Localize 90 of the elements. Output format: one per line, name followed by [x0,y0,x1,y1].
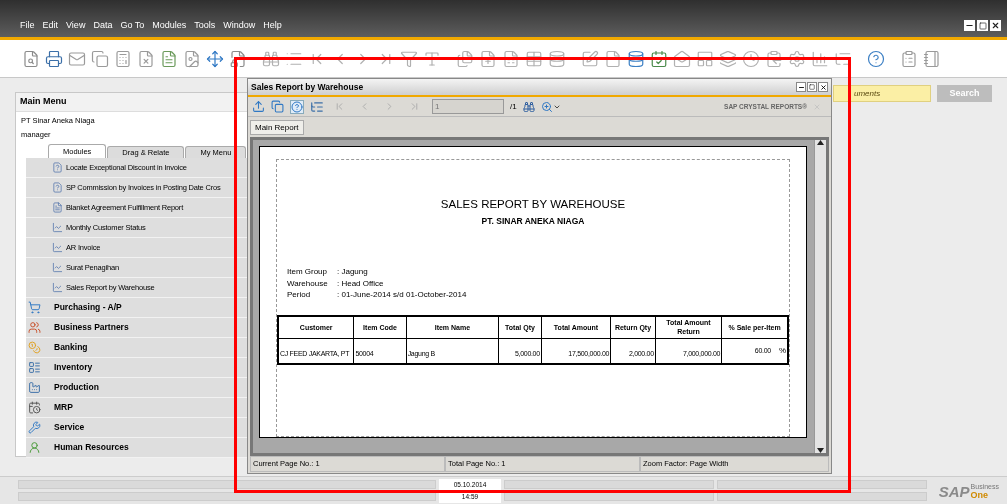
file-plus-icon[interactable] [479,49,497,68]
window-title: Sales Report by Warehouse [251,80,364,94]
person-icon [28,441,41,454]
mail-icon[interactable] [68,49,86,68]
report-tab[interactable]: Main Report [250,120,304,135]
minimize-button[interactable] [964,20,975,31]
factory-icon [28,381,41,394]
file-search-icon[interactable] [22,49,40,68]
close-button[interactable] [990,20,1001,31]
help-icon[interactable] [290,99,304,114]
spreadsheet-icon[interactable] [502,49,520,68]
database-sync-icon[interactable] [627,49,645,68]
copy-icon[interactable] [271,100,284,113]
report-chart-icon [52,222,63,233]
module-item[interactable]: Production [54,381,99,394]
files-icon[interactable] [456,49,474,68]
bar-chart-icon[interactable] [811,49,829,68]
move-arrows-icon[interactable] [206,49,224,68]
clipboard-icon[interactable] [765,49,783,68]
page-total: /1 [510,100,517,113]
zoom-icon[interactable] [540,100,561,113]
layout-icon[interactable] [696,49,714,68]
clock-icon[interactable] [742,49,760,68]
export-icon[interactable] [252,100,265,113]
locked-form-icon[interactable] [229,49,247,68]
menu-item[interactable]: Help [263,20,282,31]
help-icon[interactable] [867,49,885,68]
module-item[interactable]: MRP [54,401,73,414]
report-chart-icon [52,282,63,293]
edit-icon[interactable] [581,49,599,68]
binoculars-icon[interactable] [262,49,280,68]
layers-icon[interactable] [719,49,737,68]
logo-wordmark: SAP [938,483,970,499]
module-item[interactable]: Business Partners [54,321,129,334]
document-icon [52,202,63,213]
menu-item[interactable]: Edit [42,20,59,31]
clipboard-list-icon[interactable] [900,49,918,68]
menu-item[interactable]: Go To [120,20,145,31]
calendar-clock-icon [28,401,41,414]
module-item[interactable]: Purchasing - A/P [54,301,122,314]
close-button[interactable] [818,82,828,92]
copy-icon[interactable] [91,49,109,68]
wrench-icon [28,421,41,434]
report-title: SALES REPORT BY WAREHOUSE [440,197,626,212]
menu-item[interactable]: Modules [152,20,187,31]
query-document-icon [52,162,63,173]
parameter-label: Warehouse [287,277,329,289]
filter-icon[interactable] [400,49,418,68]
menu-item[interactable]: File [20,20,35,31]
calendar-icon[interactable] [650,49,668,68]
module-item[interactable]: Service [54,421,85,434]
module-item[interactable]: Inventory [54,361,93,374]
cart-icon [28,301,41,314]
file-icon[interactable] [604,49,622,68]
text-icon[interactable] [423,49,441,68]
minimize-button[interactable] [796,82,806,92]
database-icon[interactable] [548,49,566,68]
module-item[interactable]: Banking [54,341,88,354]
group-tree-icon[interactable] [310,99,324,114]
calculator-icon[interactable] [114,49,132,68]
printer-icon[interactable] [45,49,63,68]
percent-sign: % [778,345,786,357]
parameter-label: Period [287,289,312,301]
parameter-value: : Head Office [337,277,384,289]
settings-icon[interactable] [788,49,806,68]
search-field[interactable]: uments [833,85,931,102]
people-icon [28,321,41,334]
scrollbar[interactable] [814,140,826,453]
report-subtitle: PT. SINAR ANEKA NIAGA [481,215,585,228]
inventory-icon [28,361,41,374]
module-item[interactable]: Human Resources [54,441,129,454]
parameter-label: Item Group [287,266,328,278]
file-x-icon[interactable] [137,49,155,68]
notebook-icon[interactable] [923,49,941,68]
logo-line: One [970,490,990,499]
report-chart-icon [52,262,63,273]
menu-item[interactable]: View [66,20,86,31]
mail-open-icon[interactable] [673,49,691,68]
menu-item[interactable]: Window [223,20,256,31]
report-chart-icon [52,242,63,253]
scroll-up-icon[interactable] [817,140,824,145]
scroll-down-icon[interactable] [817,448,824,453]
parameter-value: : 01-June-2014 s/d 01-October-2014 [337,289,467,301]
binoculars-icon[interactable] [522,100,535,113]
query-document-icon [52,182,63,193]
parameter-value: : Jagung [337,266,368,278]
menu-item[interactable]: Data [93,20,113,31]
table-icon[interactable] [525,49,543,68]
coins-icon [28,341,41,354]
menu-item[interactable]: Tools [194,20,216,31]
